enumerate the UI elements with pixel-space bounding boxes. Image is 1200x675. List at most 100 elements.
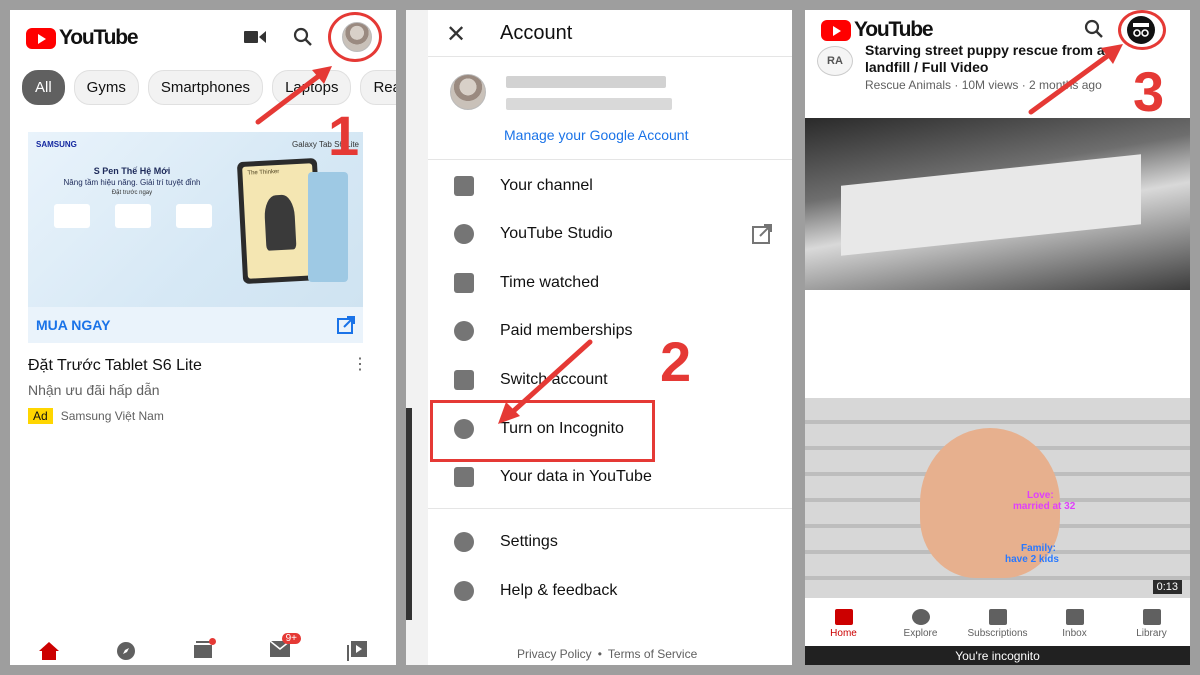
ad-banner-headline: S Pen Thế Hệ Mới [93, 166, 171, 176]
notification-dot [208, 637, 216, 645]
privacy-policy-link[interactable]: Privacy Policy [517, 647, 592, 661]
overlay-kids: have 2 kids [1005, 554, 1059, 565]
step-number-3: 3 [1133, 60, 1165, 123]
menu-item-settings[interactable]: Settings [406, 518, 792, 566]
explore-icon [911, 609, 930, 625]
youtube-play-icon [26, 27, 56, 49]
library-icon [1142, 609, 1161, 625]
menu-label-youtube-studio: YouTube Studio [500, 225, 613, 242]
menu-label-time-watched: Time watched [500, 274, 599, 291]
blurred-account-name [506, 76, 666, 88]
menu-label-help-feedback: Help & feedback [500, 582, 618, 599]
video-duration: 0:13 [1152, 580, 1182, 594]
panel-home-feed: YouTube All Gyms Smartphones Laptops Rea… [10, 10, 396, 665]
tablet-cover-image [308, 172, 348, 282]
tab-home-label: Home [830, 628, 857, 639]
search-icon[interactable] [290, 24, 316, 50]
tab-subscriptions-label: Subscriptions [967, 628, 1028, 639]
tab-subscriptions[interactable]: Subscriptions [959, 602, 1036, 646]
menu-item-youtube-studio[interactable]: YouTube Studio [406, 210, 792, 258]
person-box-icon [454, 176, 474, 196]
ad-banner-cta: Đặt trước ngay [111, 190, 153, 196]
search-icon[interactable] [1081, 16, 1107, 42]
chip-gyms[interactable]: Gyms [73, 70, 139, 105]
ad-badge: Ad [28, 408, 53, 424]
tab-home[interactable]: Home [805, 602, 882, 646]
menu-item-time-watched[interactable]: Time watched [406, 259, 792, 307]
step-number-2: 2 [660, 330, 692, 393]
tab-explore[interactable]: Explore [882, 602, 959, 646]
menu-item-help-feedback[interactable]: Help & feedback [406, 567, 792, 615]
overlay-love: Love: [1027, 490, 1054, 501]
ad-title[interactable]: Đặt Trước Tablet S6 Lite [28, 357, 202, 375]
youtube-logo[interactable]: YouTube [26, 26, 139, 50]
home-icon[interactable] [38, 642, 59, 660]
footer-links: Privacy Policy • Terms of Service [517, 647, 697, 661]
incognito-status-bar: You're incognito [805, 646, 1190, 665]
external-link-icon [752, 224, 772, 244]
youtube-logo-text: YouTube [854, 18, 934, 41]
pointer-arrow-1 [255, 66, 332, 125]
terms-of-service-link[interactable]: Terms of Service [608, 647, 697, 661]
menu-label-your-channel: Your channel [500, 177, 593, 194]
ad-promo-tile-3 [176, 204, 212, 228]
overlay-married: married at 32 [1013, 501, 1076, 512]
youtube-play-icon [821, 19, 851, 41]
youtube-logo-text: YouTube [59, 26, 139, 49]
ad-meta: Ad Samsung Việt Nam [28, 408, 164, 424]
ad-promo-tile-1 [54, 204, 90, 228]
library-icon[interactable] [347, 641, 368, 661]
tab-inbox[interactable]: Inbox [1036, 602, 1113, 646]
blurred-account-email [506, 98, 672, 110]
header-divider [428, 56, 792, 57]
ad-cta-bar[interactable]: MUA NGAY [28, 307, 363, 343]
menu-item-your-channel[interactable]: Your channel [406, 162, 792, 210]
channel-avatar[interactable]: RA [817, 46, 853, 76]
home-icon [834, 609, 853, 625]
youtube-logo[interactable]: YouTube [821, 18, 934, 42]
tab-explore-label: Explore [903, 628, 938, 639]
overlay-family: Family: [1021, 543, 1057, 554]
ad-promo-tile-2 [115, 204, 151, 228]
pointer-arrow-3 [1028, 44, 1123, 115]
gear-icon [454, 224, 474, 244]
panel-incognito-feed: YouTube RA Starving street puppy rescue … [805, 10, 1190, 665]
ad-cta-label[interactable]: MUA NGAY [36, 317, 110, 333]
tab-library[interactable]: Library [1113, 602, 1190, 646]
menu-item-your-data[interactable]: Your data in YouTube [406, 453, 792, 501]
chip-smartphones[interactable]: Smartphones [147, 70, 264, 105]
more-options-icon[interactable]: ⋮ [352, 357, 368, 373]
menu-item-switch-account[interactable]: Switch account [406, 356, 792, 404]
bottom-nav: Home Explore Subscriptions Inbox Library [805, 602, 1190, 646]
chip-all[interactable]: All [22, 70, 65, 105]
camera-icon[interactable] [242, 24, 268, 50]
menu-label-your-data: Your data in YouTube [500, 468, 652, 485]
explore-icon[interactable] [116, 641, 136, 661]
menu-item-paid-memberships[interactable]: Paid memberships [406, 307, 792, 355]
menu-divider [428, 508, 792, 509]
inbox-tab[interactable]: 9+ [269, 632, 301, 662]
ad-banner-image[interactable]: SAMSUNG Galaxy Tab S6 Lite S Pen Thế Hệ … [28, 132, 363, 307]
switch-account-icon [454, 370, 474, 390]
close-icon[interactable]: ✕ [442, 20, 470, 48]
external-link-icon[interactable] [337, 316, 355, 334]
step-number-1: 1 [328, 104, 360, 167]
video-thumbnail-2[interactable]: Love: married at 32 Family: have 2 kids … [805, 398, 1190, 598]
dollar-icon [454, 321, 474, 341]
video-thumbnail-1[interactable] [805, 118, 1190, 290]
tablet-screen-text: The Thinker [247, 168, 280, 177]
inbox-icon [1065, 609, 1084, 625]
chip-rea[interactable]: Rea [360, 70, 396, 105]
tablet-screen: The Thinker [242, 163, 318, 279]
ad-subtitle: Nhận ưu đãi hấp dẫn [28, 382, 160, 398]
ad-banner-tagline: Nâng tầm hiệu năng. Giải trí tuyệt đỉnh [63, 178, 201, 187]
tab-library-label: Library [1136, 628, 1167, 639]
subscriptions-tab[interactable] [193, 637, 216, 663]
thumbnail-object [841, 154, 1141, 256]
avatar [450, 74, 486, 110]
gear-icon [454, 532, 474, 552]
filter-chips: All Gyms Smartphones Laptops Rea [22, 70, 396, 105]
thinker-statue-image [263, 194, 297, 251]
ad-advertiser: Samsung Việt Nam [60, 409, 164, 423]
manage-account-link[interactable]: Manage your Google Account [504, 127, 688, 143]
